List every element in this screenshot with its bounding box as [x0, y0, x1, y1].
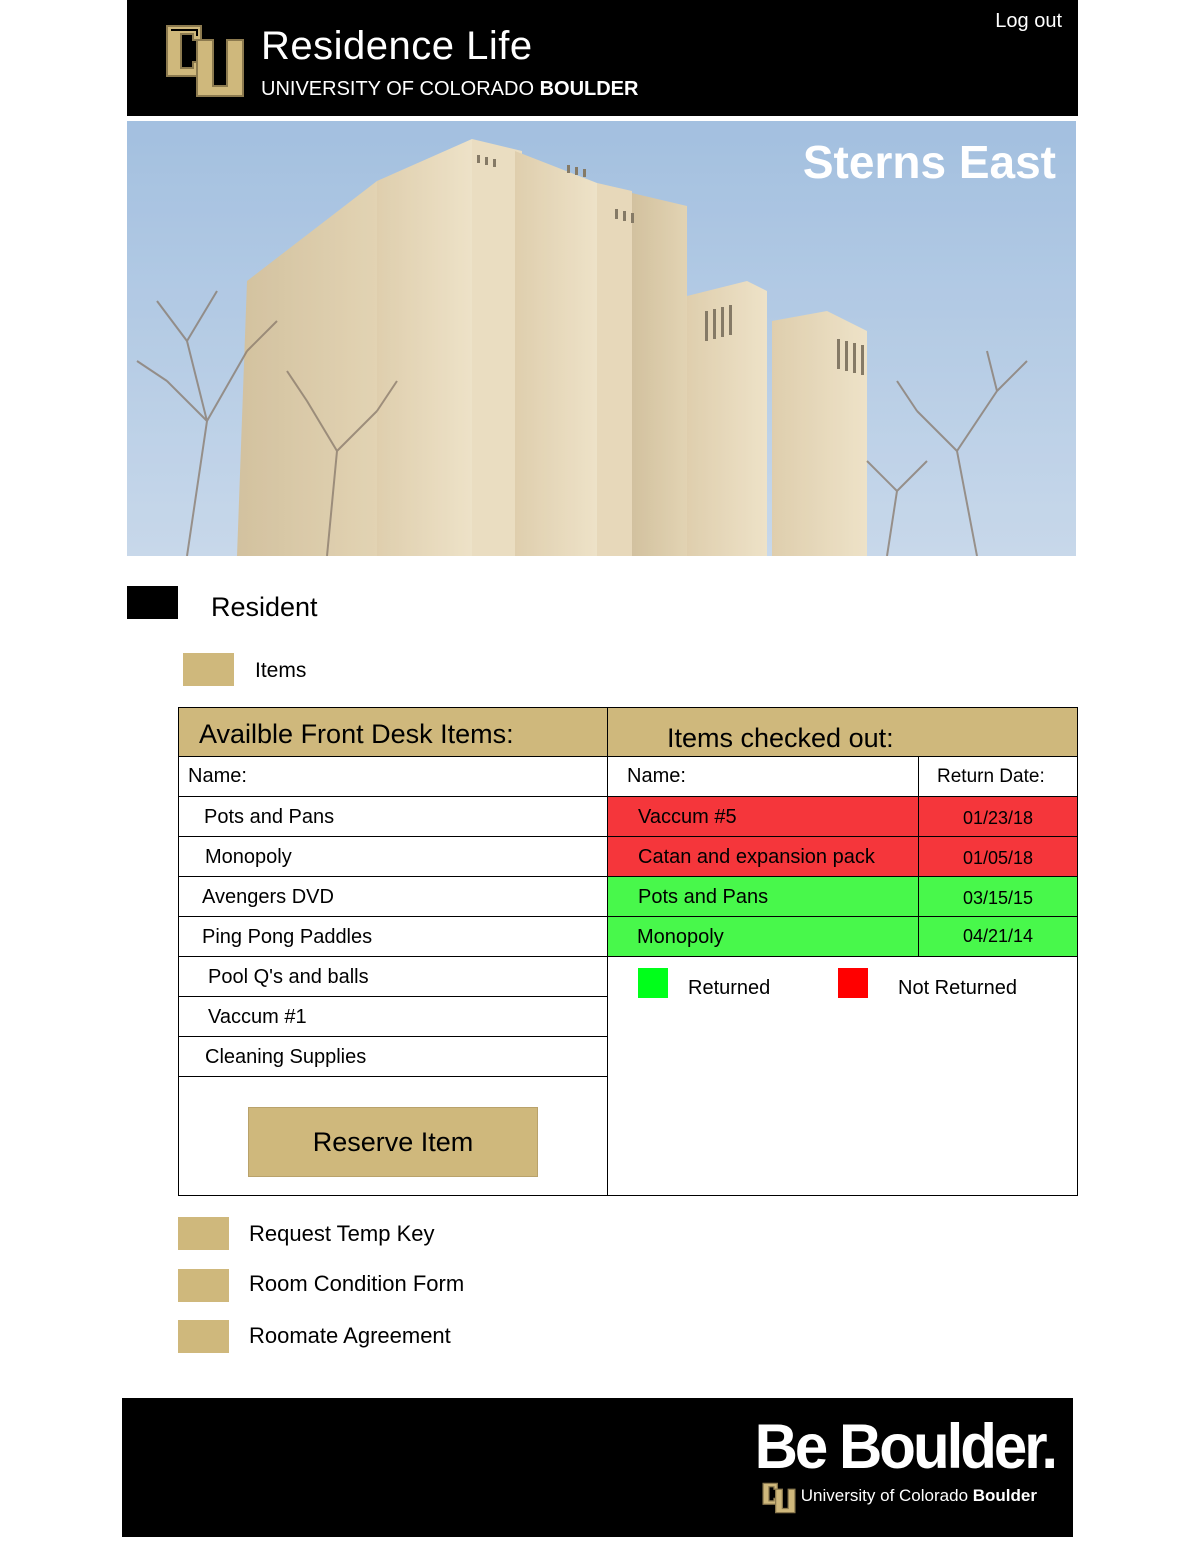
checked-out-row[interactable]: Pots and Pans 03/15/15 [608, 877, 1077, 917]
checked-item-name: Monopoly [637, 926, 724, 948]
site-footer: Be Boulder. University of Colorado Bould… [122, 1398, 1073, 1537]
room-condition-swatch[interactable] [178, 1269, 229, 1302]
cu-logo [166, 25, 244, 97]
checked-item-name: Pots and Pans [638, 886, 769, 908]
building-name: Sterns East [802, 136, 1056, 188]
available-items-header: Availble Front Desk Items: [179, 708, 607, 757]
cu-footer-logo [762, 1482, 796, 1514]
site-header: Residence Life UNIVERSITY OF COLORADO BO… [127, 0, 1078, 116]
footer-university-bold: Boulder [972, 1486, 1037, 1505]
available-item-name: Cleaning Supplies [205, 1046, 367, 1068]
column-divider [918, 837, 919, 876]
available-items-heading: Availble Front Desk Items: [199, 719, 514, 749]
available-item-row[interactable]: Avengers DVD [179, 877, 607, 917]
logout-link[interactable]: Log out [995, 10, 1062, 33]
column-divider [918, 797, 919, 836]
room-condition-form-link[interactable]: Room Condition Form [249, 1271, 464, 1297]
returned-legend-label: Returned [688, 977, 771, 999]
column-divider [918, 917, 919, 956]
checked-out-header: Items checked out: [608, 708, 1077, 757]
available-item-row[interactable]: Cleaning Supplies [179, 1037, 607, 1077]
checked-item-date: 01/05/18 [963, 848, 1034, 868]
checked-out-heading: Items checked out: [667, 723, 894, 753]
checked-item-date: 04/21/14 [963, 926, 1034, 946]
checked-name-header: Name: [627, 765, 686, 787]
available-name-header-row: Name: [179, 757, 607, 797]
available-item-name: Ping Pong Paddles [202, 926, 373, 948]
column-divider [918, 877, 919, 916]
available-item-name: Avengers DVD [202, 886, 334, 908]
building-hero-image: Sterns East [127, 121, 1076, 556]
available-item-row[interactable]: Pool Q's and balls [179, 957, 607, 997]
available-items-panel: Availble Front Desk Items: Name: Pots an… [178, 707, 608, 1196]
checked-out-column-headers: Name: Return Date: [608, 757, 1077, 797]
request-temp-key-link[interactable]: Request Temp Key [249, 1221, 434, 1247]
available-item-row[interactable]: Vaccum #1 [179, 997, 607, 1037]
be-boulder-tagline: Be Boulder. [754, 1411, 1058, 1482]
checked-out-panel: Items checked out: Name: Return Date: Va… [608, 707, 1078, 1196]
available-item-name: Pots and Pans [204, 806, 335, 828]
available-item-row[interactable]: Ping Pong Paddles [179, 917, 607, 957]
checked-item-name: Vaccum #5 [638, 806, 737, 828]
checked-out-row[interactable]: Monopoly 04/21/14 [608, 917, 1077, 957]
footer-university-prefix: University of Colorado [800, 1486, 969, 1505]
university-name: UNIVERSITY OF COLORADO BOULDER [261, 78, 638, 101]
roommate-agreement-link[interactable]: Roomate Agreement [249, 1323, 451, 1349]
university-bold: BOULDER [539, 78, 639, 100]
checked-out-row[interactable]: Catan and expansion pack 01/05/18 [608, 837, 1077, 877]
available-name-header: Name: [188, 765, 247, 787]
resident-label[interactable]: Resident [211, 592, 318, 623]
footer-university-name: University of Colorado Boulder [801, 1486, 1037, 1506]
resident-swatch[interactable] [127, 586, 178, 619]
checked-item-date: 01/23/18 [963, 808, 1034, 828]
checked-item-name: Catan and expansion pack [638, 846, 875, 868]
returned-legend-swatch [638, 968, 668, 998]
items-label[interactable]: Items [255, 659, 306, 683]
column-divider [918, 757, 919, 796]
reserve-item-button[interactable]: Reserve Item [248, 1107, 538, 1177]
roommate-swatch[interactable] [178, 1320, 229, 1353]
available-item-name: Monopoly [205, 846, 292, 868]
items-swatch[interactable] [183, 653, 234, 686]
checked-item-date: 03/15/15 [963, 888, 1034, 908]
university-prefix: UNIVERSITY OF COLORADO [261, 78, 535, 100]
available-item-row[interactable]: Monopoly [179, 837, 607, 877]
not-returned-legend-swatch [838, 968, 868, 998]
checked-out-row[interactable]: Vaccum #5 01/23/18 [608, 797, 1077, 837]
available-item-name: Vaccum #1 [208, 1006, 307, 1028]
return-date-header: Return Date: [937, 766, 1045, 787]
temp-key-swatch[interactable] [178, 1217, 229, 1250]
available-item-row[interactable]: Pots and Pans [179, 797, 607, 837]
not-returned-legend-label: Not Returned [898, 977, 1017, 999]
app-title: Residence Life [261, 24, 533, 68]
available-item-name: Pool Q's and balls [208, 966, 369, 988]
